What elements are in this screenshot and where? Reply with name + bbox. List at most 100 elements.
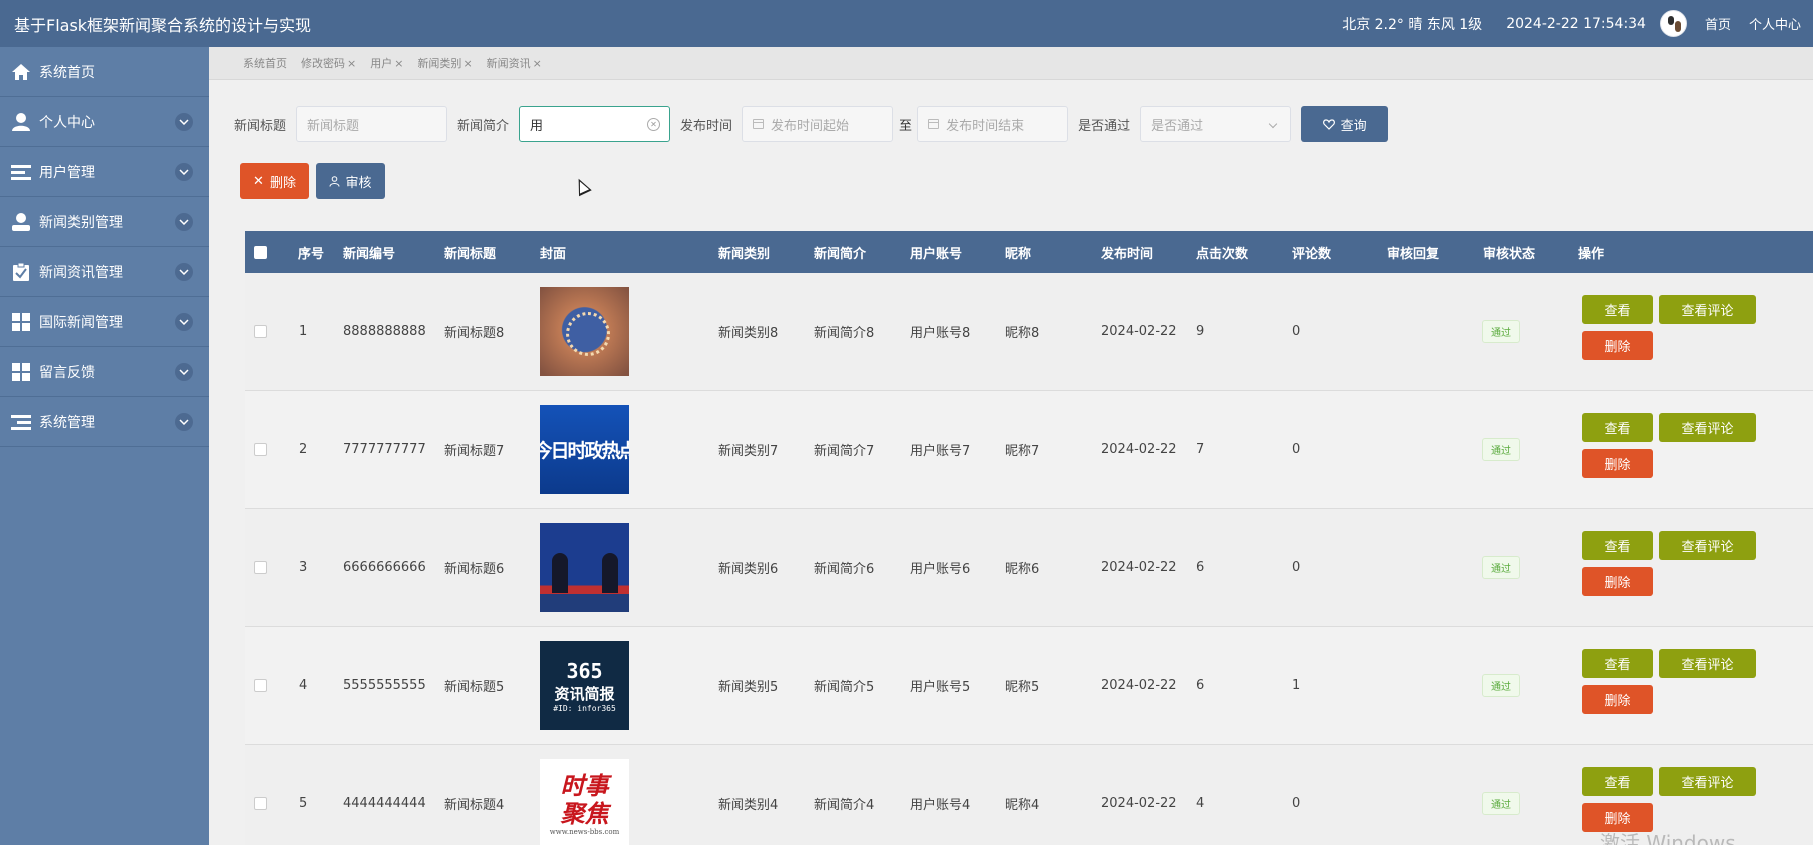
checkbox[interactable] [254,245,267,259]
sidebar-item-users[interactable]: 用户管理 [0,147,209,197]
passed-select[interactable]: 是否通过 [1140,106,1292,142]
chevron-down-icon[interactable] [175,363,193,381]
sidebar-item-intl-news[interactable]: 国际新闻管理 [0,297,209,347]
toolbar: ✕ 删除 审核 [240,163,392,199]
tab-news-info[interactable]: 新闻资讯 × [487,55,542,71]
delete-label: 删除 [269,175,296,191]
select-all-checkbox[interactable] [254,231,267,273]
cell-nickname: 昵称4 [1005,798,1040,813]
query-button[interactable]: 查询 [1301,106,1389,142]
view-comments-button[interactable]: 查看评论 [1659,413,1756,442]
chevron-down-icon[interactable] [175,413,193,431]
chevron-down-icon[interactable] [175,313,193,331]
nav-profile-link[interactable]: 个人中心 [1749,14,1801,33]
cover-text: #ID: infor365 [553,703,616,713]
tab-home[interactable]: 系统首页 [243,55,287,71]
title-placeholder: 新闻标题 [307,118,360,134]
row-checkbox[interactable] [254,561,267,574]
calendar-icon [928,119,940,129]
time-start-input[interactable]: 发布时间起始 [742,106,894,142]
view-button[interactable]: 查看 [1582,295,1653,324]
audit-button[interactable]: 审核 [316,163,385,199]
cell-code: 6666666666 [343,560,426,575]
view-button[interactable]: 查看 [1582,649,1653,678]
sidebar-item-system[interactable]: 系统管理 [0,397,209,447]
nav-home-link[interactable]: 首页 [1705,14,1731,33]
row-delete-button[interactable]: 删除 [1582,449,1653,478]
cell-title: 新闻标题6 [444,562,505,577]
user-group-icon [10,211,32,233]
cover-image: 时事 聚焦 www.news-bbs.com [540,759,629,845]
cell-comments: 1 [1292,678,1301,693]
view-comments-button[interactable]: 查看评论 [1659,295,1756,324]
row-delete-button[interactable]: 删除 [1582,567,1653,596]
chevron-down-icon[interactable] [175,113,193,131]
cell-index: 2 [299,442,308,457]
search-bar: 新闻标题 新闻标题 新闻简介 用 ✕ 发布时间 发布时间起始 至 发布时间结束 是… [234,106,1389,142]
sidebar-item-profile[interactable]: 个人中心 [0,97,209,147]
column-header: 用户账号 [910,246,963,262]
tab-change-password[interactable]: 修改密码 × [301,55,356,71]
row-checkbox[interactable] [254,679,267,692]
cover-text: www.news-bbs.com [549,827,620,836]
title-input[interactable]: 新闻标题 [296,106,448,142]
tab-bar: 系统首页 修改密码 × 用户 × 新闻类别 × 新闻资讯 × [209,47,1813,80]
cover-text: 资讯简报 [554,684,615,703]
tab-news-category[interactable]: 新闻类别 × [417,55,472,71]
list-icon [10,161,32,183]
column-header: 审核回复 [1387,246,1440,262]
view-button[interactable]: 查看 [1582,413,1653,442]
row-checkbox[interactable] [254,325,267,338]
row-checkbox[interactable] [254,797,267,810]
view-comments-button[interactable]: 查看评论 [1659,531,1756,560]
close-icon[interactable]: × [533,57,542,70]
row-delete-button[interactable]: 删除 [1582,331,1653,360]
cell-title: 新闻标题7 [444,444,505,459]
close-icon[interactable]: × [394,57,403,70]
view-comments-button[interactable]: 查看评论 [1659,649,1756,678]
grid-icon [10,311,32,333]
sidebar-item-news-info[interactable]: 新闻资讯管理 [0,247,209,297]
tab-label: 新闻类别 [417,57,462,70]
cover-image [540,287,629,376]
avatar[interactable] [1659,10,1687,37]
time-end-input[interactable]: 发布时间结束 [917,106,1069,142]
sidebar-item-feedback[interactable]: 留言反馈 [0,347,209,397]
intro-input[interactable]: 用 ✕ [519,106,671,142]
sidebar-item-news-category[interactable]: 新闻类别管理 [0,197,209,247]
view-button[interactable]: 查看 [1582,767,1653,796]
row-delete-button[interactable]: 删除 [1582,685,1653,714]
view-button[interactable]: 查看 [1582,531,1653,560]
passed-placeholder: 是否通过 [1151,118,1204,134]
close-icon[interactable]: × [463,57,472,70]
view-comments-button[interactable]: 查看评论 [1659,767,1756,796]
column-header: 昵称 [1005,246,1032,262]
cell-nickname: 昵称8 [1005,326,1040,341]
row-checkbox[interactable] [254,443,267,456]
cell-category: 新闻类别4 [718,798,779,813]
cell-account: 用户账号6 [910,562,971,577]
app-title: 基于Flask框架新闻聚合系统的设计与实现 [14,15,312,35]
header-right: 北京 2.2° 晴 东风 1级 2024-2-22 17:54:34 首页 个人… [1342,10,1813,37]
close-icon[interactable]: × [347,57,356,70]
audit-label: 审核 [345,175,372,191]
time-end-placeholder: 发布时间结束 [946,118,1025,134]
chevron-down-icon[interactable] [175,213,193,231]
cell-clicks: 6 [1196,678,1205,693]
grid-icon [10,361,32,383]
chevron-down-icon[interactable] [175,163,193,181]
cell-intro: 新闻简介6 [814,562,875,577]
status-badge: 通过 [1482,320,1520,343]
cell-comments: 0 [1292,796,1301,811]
delete-button[interactable]: ✕ 删除 [240,163,309,199]
tab-users[interactable]: 用户 × [370,55,403,71]
clear-icon[interactable]: ✕ [647,118,661,131]
column-header: 新闻类别 [718,246,771,262]
status-badge: 通过 [1482,674,1520,697]
sidebar-item-label: 系统首页 [39,64,95,81]
sidebar-item-label: 个人中心 [39,114,95,131]
chevron-down-icon[interactable] [175,263,193,281]
column-header: 审核状态 [1483,246,1536,262]
sidebar-item-home[interactable]: 系统首页 [0,47,209,97]
cell-account: 用户账号4 [910,798,971,813]
